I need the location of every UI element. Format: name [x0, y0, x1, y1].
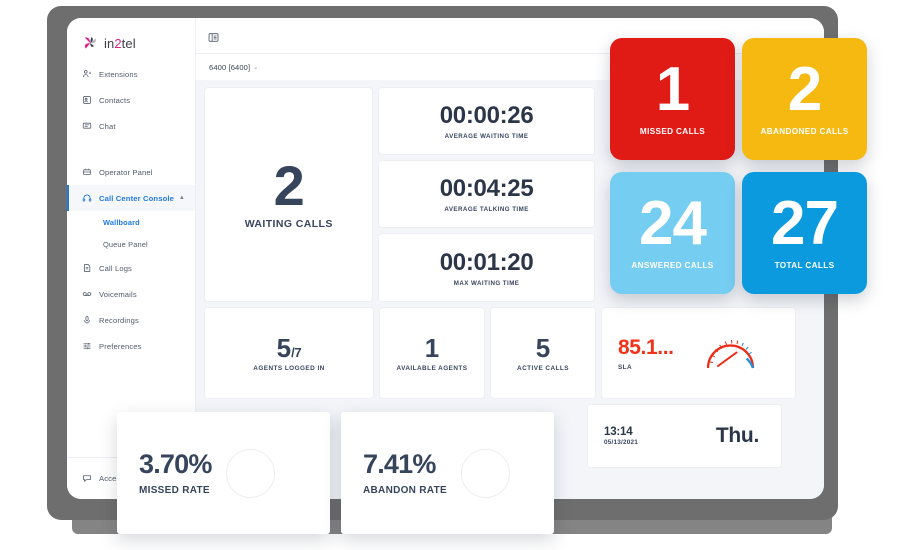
- sidebar-item-label: Operator Panel: [99, 167, 153, 177]
- tile-missed-calls-label: MISSED CALLS: [639, 126, 706, 136]
- chevron-down-icon: ⌄: [253, 64, 259, 71]
- waiting-calls-value: 2: [273, 153, 305, 217]
- available-agents-value: 1: [424, 332, 440, 363]
- tile-answered-calls-label: ANSWERED CALLS: [631, 260, 714, 270]
- tile-answered-calls-value: 24: [639, 189, 707, 259]
- sidebar-item-recordings[interactable]: Recordings: [67, 307, 195, 333]
- tile-abandoned-calls[interactable]: 2 ABANDONED CALLS: [742, 38, 867, 160]
- sidebar-toggle-icon[interactable]: [208, 30, 219, 42]
- card-clock: 13:14 05/13/2021 Thu.: [588, 405, 781, 467]
- sidebar-subitem-label: Queue Panel: [103, 239, 148, 249]
- sla-label: SLA: [618, 363, 632, 371]
- abandon-rate-value: 7.41%: [363, 448, 436, 479]
- average-waiting-time-label: AVERAGE WAITING TIME: [444, 133, 529, 140]
- accessibility-chat-icon: [82, 473, 92, 483]
- sidebar-item-contacts[interactable]: Contacts: [67, 87, 195, 113]
- speedometer-gauge-icon: [702, 328, 759, 379]
- microphone-icon: [82, 315, 92, 325]
- average-talking-time-label: AVERAGE TALKING TIME: [444, 206, 529, 213]
- available-agents-label: AVAILABLE AGENTS: [396, 364, 468, 372]
- waiting-calls-label: WAITING CALLS: [244, 218, 333, 231]
- sidebar-item-label: Voicemails: [99, 289, 137, 299]
- sidebar-subitem-queue-panel[interactable]: Queue Panel: [67, 233, 195, 255]
- clock-date: 05/13/2021: [604, 439, 638, 446]
- card-waiting-calls: 2 WAITING CALLS: [205, 88, 373, 301]
- tile-total-calls-label: TOTAL CALLS: [774, 260, 835, 270]
- pinwheel-logo-icon: [84, 36, 96, 48]
- sidebar-item-extensions[interactable]: Extensions: [67, 61, 195, 87]
- sidebar-item-label: Contacts: [99, 95, 131, 105]
- missed-rate-progress-ring: [225, 448, 275, 498]
- sidebar-subitem-label: Wallboard: [103, 217, 140, 227]
- card-abandon-rate[interactable]: 7.41% ABANDON RATE: [341, 412, 554, 534]
- card-available-agents: 1 AVAILABLE AGENTS: [380, 308, 484, 398]
- sliders-icon: [82, 341, 92, 351]
- card-sla: 85.1... SLA: [602, 308, 795, 398]
- sla-value: 85.1...: [618, 335, 674, 359]
- tile-abandoned-calls-label: ABANDONED CALLS: [760, 126, 849, 136]
- sidebar-item-label: Chat: [99, 121, 116, 131]
- sidebar-item-chat[interactable]: Chat: [67, 113, 195, 139]
- sidebar-item-preferences[interactable]: Preferences: [67, 333, 195, 359]
- chevron-up-icon[interactable]: ▲: [179, 195, 185, 201]
- max-waiting-time-label: MAX WAITING TIME: [453, 279, 520, 287]
- sidebar-subitem-wallboard[interactable]: Wallboard: [67, 211, 195, 233]
- sidebar-item-label: Call Center Console: [99, 193, 175, 203]
- card-average-talking-time: 00:04:25 AVERAGE TALKING TIME: [379, 161, 594, 227]
- card-agents-logged-in: 5/7 AGENTS LOGGED IN: [205, 308, 373, 398]
- voicemail-icon: [82, 289, 92, 299]
- card-missed-rate[interactable]: 3.70% MISSED RATE: [117, 412, 330, 534]
- chat-bubble-icon: [82, 121, 92, 131]
- average-talking-time-value: 00:04:25: [439, 175, 534, 202]
- sidebar-item-voicemails[interactable]: Voicemails: [67, 281, 195, 307]
- max-waiting-time-value: 00:01:20: [439, 248, 534, 276]
- tile-answered-calls[interactable]: 24 ANSWERED CALLS: [610, 172, 735, 294]
- sidebar-item-call-logs[interactable]: Call Logs: [67, 255, 195, 281]
- call-log-icon: [82, 263, 92, 273]
- abandon-rate-label: ABANDON RATE: [363, 484, 447, 496]
- card-max-waiting-time: 00:01:20 MAX WAITING TIME: [379, 234, 594, 301]
- sidebar-nav: Extensions Contacts Chat Operator Panel …: [67, 61, 195, 359]
- headset-icon: [82, 193, 92, 203]
- sidebar-item-label: Recordings: [99, 315, 139, 325]
- tile-missed-calls[interactable]: 1 MISSED CALLS: [610, 38, 735, 160]
- average-waiting-time-value: 00:00:26: [439, 102, 534, 129]
- card-active-calls: 5 ACTIVE CALLS: [491, 308, 595, 398]
- agents-logged-in-value: 5/7: [276, 332, 302, 363]
- sidebar-item-label: Extensions: [99, 69, 138, 79]
- clock-day: Thu.: [715, 424, 759, 447]
- active-calls-value: 5: [535, 332, 551, 363]
- tile-missed-calls-value: 1: [655, 55, 690, 125]
- operator-grid-icon: [82, 167, 92, 177]
- tile-total-calls[interactable]: 27 TOTAL CALLS: [742, 172, 867, 294]
- brand-name: in2tel: [104, 35, 136, 51]
- sidebar-item-label: Preferences: [99, 341, 142, 351]
- sidebar-item-operator-panel[interactable]: Operator Panel: [67, 159, 195, 185]
- tile-abandoned-calls-value: 2: [787, 55, 822, 125]
- people-icon: [82, 69, 92, 79]
- active-calls-label: ACTIVE CALLS: [517, 364, 569, 372]
- agents-logged-in-label: AGENTS LOGGED IN: [253, 364, 325, 372]
- contact-card-icon: [82, 95, 92, 105]
- tile-total-calls-value: 27: [771, 189, 839, 259]
- missed-rate-label: MISSED RATE: [139, 484, 210, 496]
- sidebar-item-label: Call Logs: [99, 263, 133, 273]
- brand-logo[interactable]: in2tel: [67, 18, 195, 51]
- card-average-waiting-time: 00:00:26 AVERAGE WAITING TIME: [379, 88, 594, 154]
- missed-rate-value: 3.70%: [139, 448, 212, 479]
- abandon-rate-progress-ring: [460, 448, 510, 498]
- clock-time: 13:14: [604, 426, 633, 438]
- queue-selector-value: 6400 [6400]: [209, 62, 251, 72]
- queue-selector-dropdown[interactable]: 6400 [6400] ⌄: [209, 63, 258, 72]
- sidebar-item-call-center-console[interactable]: Call Center Console ▲: [67, 185, 195, 211]
